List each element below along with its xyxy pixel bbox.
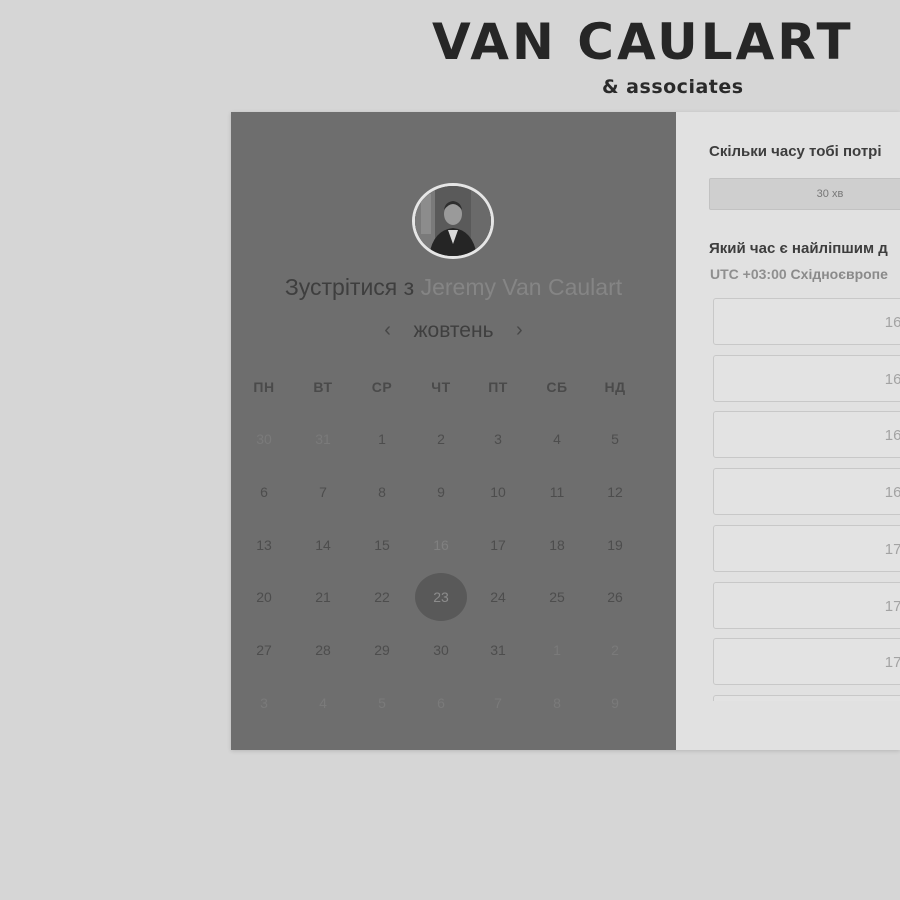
host-name: Jeremy Van Caulart [420,274,623,300]
calendar-day: 3 [260,695,268,711]
brand-logo: VAN CAULART & associates [432,13,854,98]
weekday-label: СР [371,379,393,395]
weekday-label: ВТ [313,379,333,395]
calendar-day[interactable]: 27 [238,626,290,674]
duration-question: Скільки часу тобі потрі [709,143,882,160]
calendar-day[interactable]: 2 [415,415,467,463]
calendar-day[interactable]: 17 [472,521,524,569]
calendar-day: 31 [315,431,331,447]
calendar-day[interactable]: 19 [589,521,641,569]
weekday-label: ПН [253,379,275,395]
calendar-day: 16 [433,537,449,553]
calendar-day[interactable]: 8 [356,468,408,516]
weekday-label: ЧТ [431,379,451,395]
calendar-day[interactable]: 1 [356,415,408,463]
calendar-day: 8 [553,695,561,711]
calendar-day: 5 [378,695,386,711]
time-slot-button[interactable]: 17:3 [713,638,900,686]
calendar-day[interactable]: 6 [238,468,290,516]
calendar-day[interactable]: 21 [297,573,349,621]
chevron-left-icon[interactable]: ‹ [376,319,400,342]
host-avatar [412,183,494,259]
calendar-day-selected[interactable]: 23 [415,573,467,621]
calendar-day[interactable]: 10 [472,468,524,516]
calendar-day[interactable]: 18 [531,521,583,569]
meeting-title: Зустрітися з Jeremy Van Caulart [231,274,676,301]
calendar-day[interactable]: 7 [297,468,349,516]
time-slot-button[interactable]: 16:0 [713,298,900,345]
brand-subtitle: & associates [602,76,744,98]
weekday-label: СБ [546,379,568,395]
brand-title: VAN CAULART [432,13,854,71]
chevron-right-icon[interactable]: › [507,319,531,342]
calendar-day: 30 [256,431,272,447]
weekday-label: НД [604,379,626,395]
time-slot-button[interactable]: 17:0 [713,524,900,572]
calendar-day: 9 [611,695,619,711]
calendar-panel: Зустрітися з Jeremy Van Caulart ‹ жовтен… [231,112,676,750]
calendar-day[interactable]: 22 [356,573,408,621]
time-slot-button[interactable]: 16:3 [713,411,900,459]
calendar-day[interactable]: 30 [415,626,467,674]
month-navigation: ‹ жовтень › [231,319,676,343]
timezone-label: UTC +03:00 Східноєвропе [710,266,888,282]
calendar-day[interactable]: 28 [297,626,349,674]
time-question: Який час є найліпшим д [709,240,888,257]
meet-prefix: Зустрітися з [284,274,415,300]
calendar-day[interactable]: 29 [356,626,408,674]
calendar-day[interactable]: 25 [531,573,583,621]
calendar-day[interactable]: 14 [297,521,349,569]
calendar-day[interactable]: 4 [531,415,583,463]
time-slot-list: 16:0 16:1 16:3 16:4 17:0 17:1 17:3 [713,298,900,701]
calendar-day[interactable]: 5 [589,415,641,463]
calendar-day: 4 [319,695,327,711]
calendar-day[interactable]: 24 [472,573,524,621]
month-label: жовтень [413,319,494,342]
calendar-day[interactable]: 31 [472,626,524,674]
calendar-day[interactable]: 15 [356,521,408,569]
calendar-day: 6 [437,695,445,711]
calendar-day[interactable]: 11 [531,468,583,516]
calendar-day[interactable]: 20 [238,573,290,621]
calendar-day[interactable]: 12 [589,468,641,516]
time-slot-button[interactable] [713,694,900,701]
duration-option-button[interactable]: 30 хв [709,178,900,210]
calendar-day[interactable]: 13 [238,521,290,569]
timezone-name: Східноєвропе [790,266,888,282]
calendar-day: 7 [494,695,502,711]
calendar-day[interactable]: 3 [472,415,524,463]
time-slot-button[interactable]: 16:4 [713,468,900,516]
calendar-day[interactable]: 26 [589,573,641,621]
calendar-day: 2 [611,642,619,658]
time-slot-button[interactable]: 16:1 [713,354,900,402]
weekday-label: ПТ [488,379,508,395]
booking-card: Зустрітися з Jeremy Van Caulart ‹ жовтен… [231,112,900,750]
calendar-day: 1 [553,642,561,658]
booking-panel: Скільки часу тобі потрі 30 хв Який час є… [676,112,900,750]
timezone-offset: UTC +03:00 [710,266,787,282]
time-slot-button[interactable]: 17:1 [713,581,900,629]
calendar-day[interactable]: 9 [415,468,467,516]
